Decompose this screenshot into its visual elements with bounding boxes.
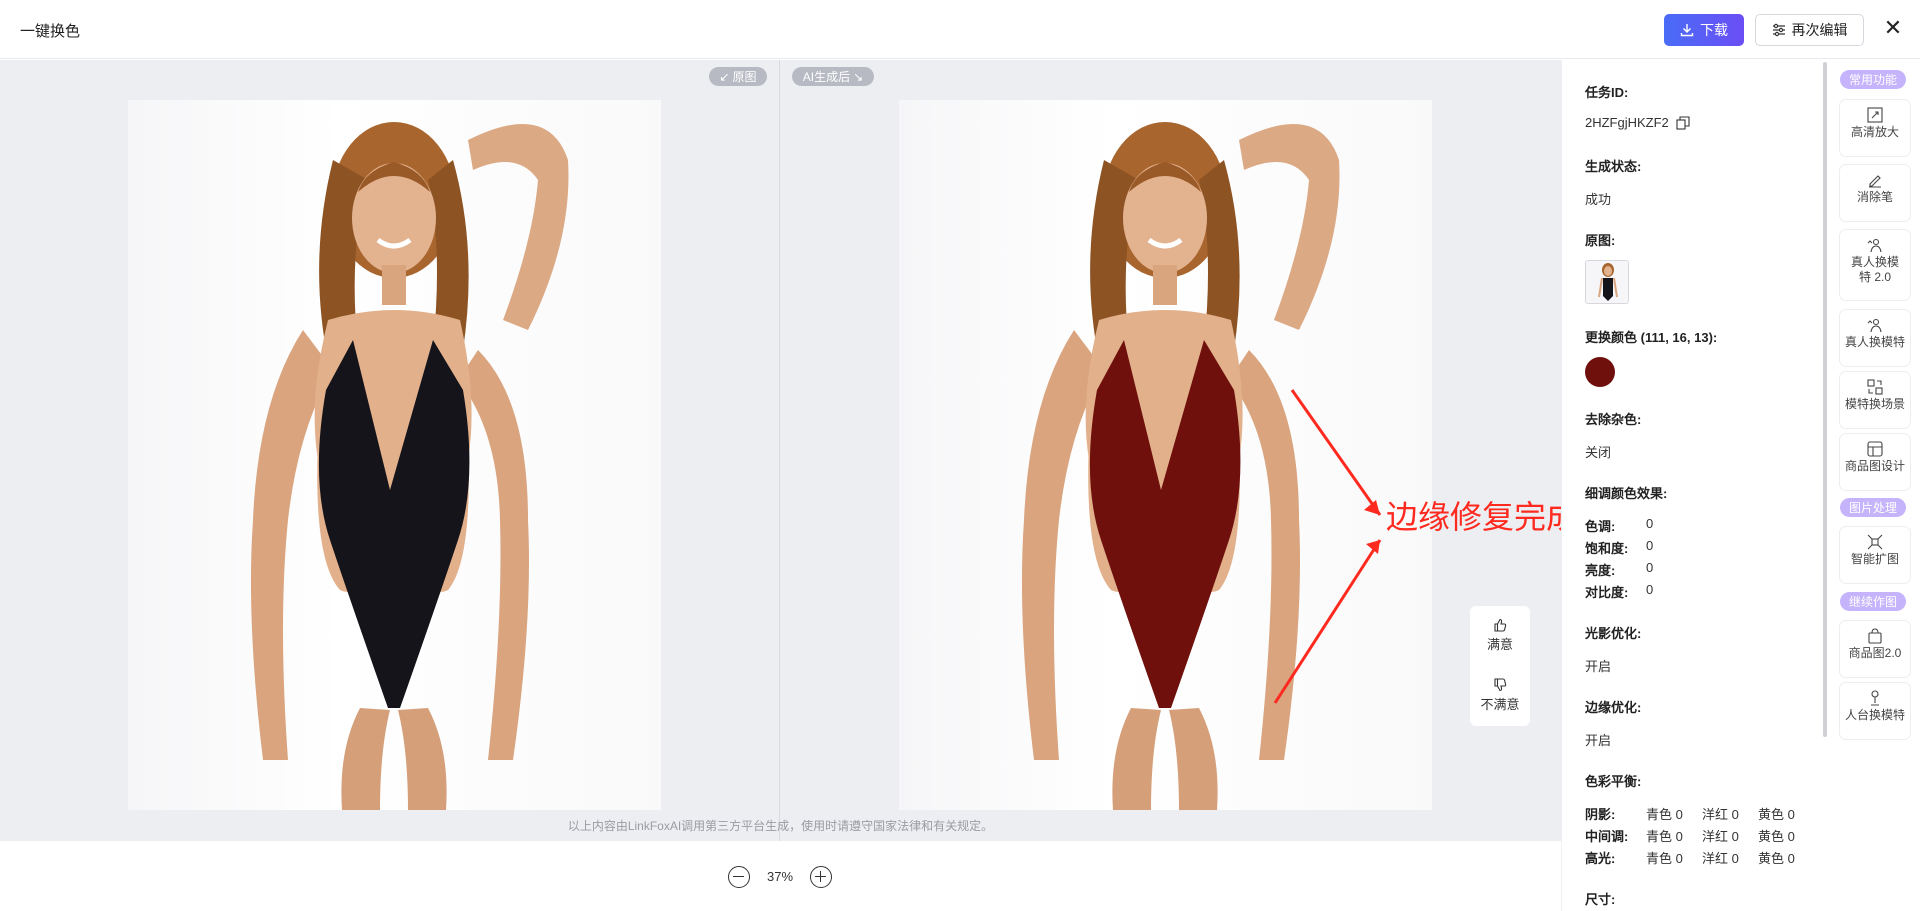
section-common-badge: 常用功能 [1840,70,1906,89]
tool-product-2[interactable]: 商品图2.0 [1840,621,1910,677]
tool-scene-swap[interactable]: 模特换场景 [1840,372,1910,428]
original-tag: ↙ 原图 [709,67,767,86]
reedit-label: 再次编辑 [1791,22,1848,38]
hue-value: 0 [1646,516,1654,531]
tool-product-design[interactable]: 商品图设计 [1840,434,1910,490]
original-thumbnail[interactable] [1585,260,1629,304]
original-label: 原图: [1585,233,1616,248]
balance-yellow: 黄色 0 [1758,851,1795,866]
layout-icon [1867,441,1883,457]
balance-row-label: 中间调: [1585,829,1629,844]
top-bar: 一键换色 下载 再次编辑 ✕ [0,0,1920,59]
saturation-value: 0 [1646,538,1654,553]
fine-tune-label: 细调颜色效果: [1585,486,1668,501]
model-swap-icon [1867,238,1882,253]
tool-smart-expand[interactable]: 智能扩图 [1840,527,1910,583]
balance-magenta: 洋红 0 [1702,807,1739,822]
feedback-card: 满意 不满意 [1470,606,1530,726]
arrow-down-left-icon: ↙ [719,69,730,84]
expand-icon [1867,534,1883,550]
balance-yellow: 黄色 0 [1758,807,1795,822]
sliders-icon [1772,23,1785,37]
balance-magenta: 洋红 0 [1702,851,1739,866]
tool-mannequin-swap[interactable]: 人台换模特 [1840,683,1910,739]
balance-cyan: 青色 0 [1646,851,1683,866]
color-swatch [1585,357,1615,387]
contrast-value: 0 [1646,582,1654,597]
disclaimer-text: 以上内容由LinkFoxAI调用第三方平台生成，使用时请遵守国家法律和有关规定。 [567,819,994,833]
mannequin-icon [1871,690,1879,706]
scene-swap-icon [1867,379,1883,395]
balance-yellow: 黄色 0 [1758,829,1795,844]
page-title: 一键换色 [20,23,81,40]
satisfied-button[interactable]: 满意 [1470,618,1530,653]
edge-label: 边缘优化: [1585,700,1642,715]
download-label: 下载 [1700,22,1728,38]
tool-eraser-pen[interactable]: 消除笔 [1840,165,1910,221]
bag-icon [1868,628,1882,644]
details-scrollbar[interactable] [1823,62,1827,737]
replace-color-label: 更换颜色 (111, 16, 13): [1585,330,1718,345]
status-value: 成功 [1585,192,1612,207]
hue-label: 色调: [1585,519,1616,534]
zoom-in-icon[interactable] [810,866,832,888]
image-canvas[interactable]: ↙ 原图 AI生成后 ↘ 满意 不满意 [0,60,1561,841]
copy-icon[interactable] [1676,116,1690,130]
upscale-icon [1867,107,1883,123]
section-continue-badge: 继续作图 [1840,592,1906,611]
task-id-value: 2HZFgjHKZF2 [1585,115,1669,130]
download-button[interactable]: 下载 [1664,14,1744,46]
brightness-label: 亮度: [1585,563,1616,578]
tool-upscale[interactable]: 高清放大 [1840,100,1910,156]
color-balance-label: 色彩平衡: [1585,774,1642,789]
details-panel: 任务ID: 2HZFgjHKZF2 生成状态: 成功 原图: 更换颜色 (111… [1561,60,1826,911]
thumbs-down-icon [1494,678,1507,692]
saturation-label: 饱和度: [1585,541,1629,556]
tool-model-swap-2[interactable]: 真人换模特 2.0 [1840,230,1910,300]
model-figure [250,122,569,810]
denoise-value: 关闭 [1585,445,1612,460]
thumbs-up-icon [1494,618,1507,632]
eraser-pen-icon [1869,175,1881,188]
edge-value: 开启 [1585,733,1612,748]
balance-magenta: 洋红 0 [1702,829,1739,844]
balance-cyan: 青色 0 [1646,807,1683,822]
annotation-label: 边缘修复完成 [1386,498,1579,536]
zoom-level: 37% [766,869,794,884]
download-icon [1680,24,1694,37]
denoise-label: 去除杂色: [1585,412,1642,427]
unsatisfied-button[interactable]: 不满意 [1470,678,1530,713]
close-icon[interactable]: ✕ [1882,17,1904,39]
lighting-label: 光影优化: [1585,626,1642,641]
zoom-out-icon[interactable] [728,866,750,888]
original-image [128,100,661,810]
size-label: 尺寸: [1585,892,1616,907]
tools-rail: 常用功能 高清放大 消除笔 真人换模特 2.0 真人换模特 模特换场景 商品图设… [1830,60,1920,911]
balance-row-label: 高光: [1585,851,1616,866]
compare-divider[interactable] [779,60,780,841]
brightness-value: 0 [1646,560,1654,575]
model-swap-icon [1867,318,1882,333]
ai-result-tag: AI生成后 ↘ [792,67,874,86]
annotation-arrows [1273,389,1382,704]
balance-row-label: 阴影: [1585,807,1616,822]
status-label: 生成状态: [1585,159,1642,174]
tool-model-swap[interactable]: 真人换模特 [1840,310,1910,366]
contrast-label: 对比度: [1585,585,1629,600]
balance-cyan: 青色 0 [1646,829,1683,844]
reedit-button[interactable]: 再次编辑 [1755,14,1864,46]
section-image-badge: 图片处理 [1840,498,1906,517]
arrow-down-right-icon: ↘ [853,69,864,84]
task-id-label: 任务ID: [1585,85,1629,100]
lighting-value: 开启 [1585,659,1612,674]
